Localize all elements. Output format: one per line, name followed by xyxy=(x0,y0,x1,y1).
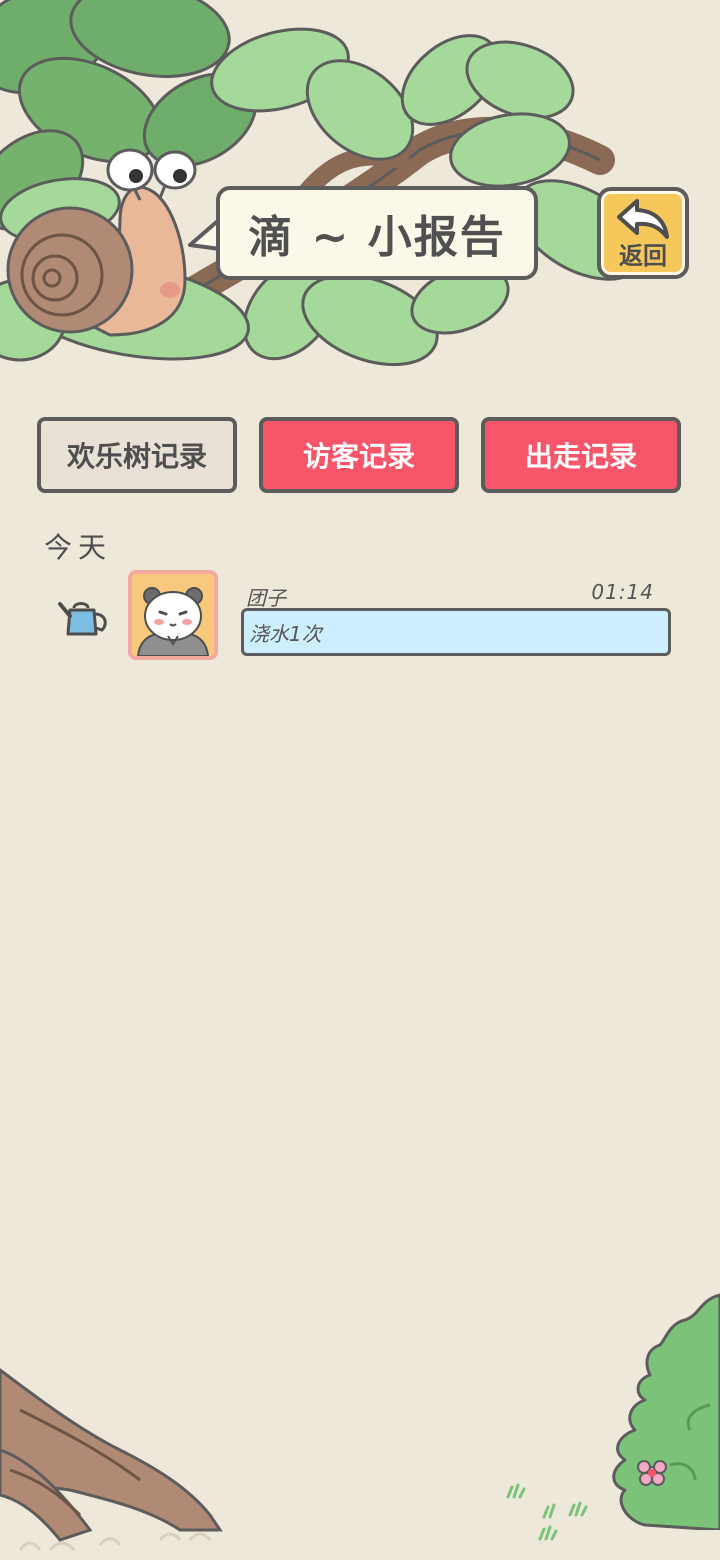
tab-tree-records[interactable]: 欢乐树记录 xyxy=(37,417,237,493)
panda-avatar-icon xyxy=(136,587,210,656)
bush-illustration xyxy=(612,1293,720,1530)
date-section-label: 今天 xyxy=(44,531,113,564)
back-arrow-icon xyxy=(617,199,669,239)
record-time: 01:14 xyxy=(591,580,654,604)
back-button-label: 返回 xyxy=(619,242,667,270)
tab-away-records[interactable]: 出走记录 xyxy=(481,417,681,493)
tree-roots-illustration xyxy=(0,1368,223,1552)
visitor-name: 团子 xyxy=(246,586,286,610)
record-action-text: 浇水1次 xyxy=(241,608,671,656)
watering-can-icon xyxy=(58,602,107,636)
record-list-item: 团子 01:14 浇水1次 xyxy=(0,566,720,666)
visitor-avatar[interactable] xyxy=(128,570,218,660)
grass-illustration xyxy=(506,1483,588,1541)
back-button[interactable]: 返回 xyxy=(597,187,689,279)
tab-visitor-records[interactable]: 访客记录 xyxy=(259,417,459,493)
page-title: 滴 ~ 小报告 xyxy=(216,186,538,280)
report-screen: 滴 ~ 小报告 返回 欢乐树记录 访客记录 出走记录 今天 团子 01:14 浇… xyxy=(0,0,720,1560)
